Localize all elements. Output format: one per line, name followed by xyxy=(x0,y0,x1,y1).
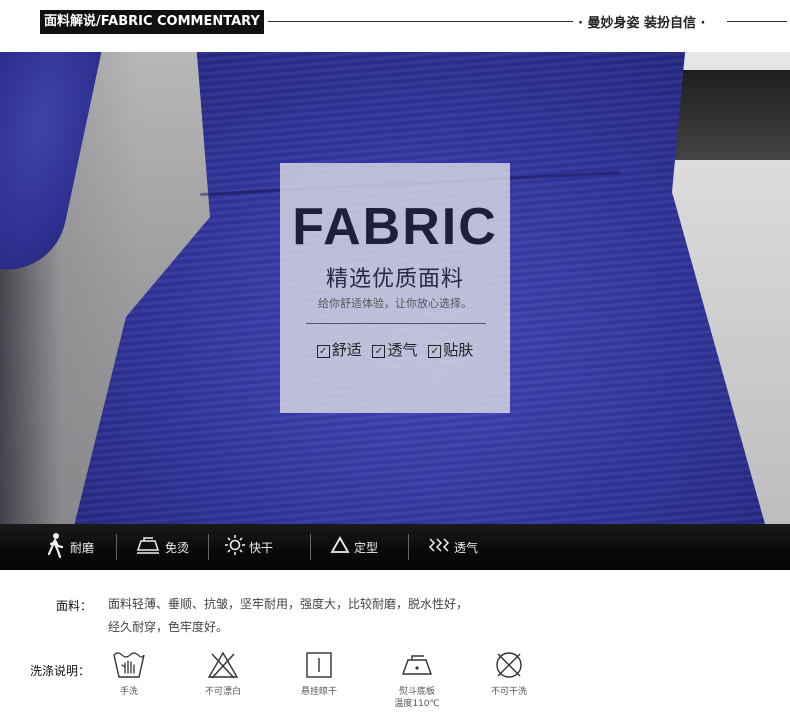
feature-divider xyxy=(310,534,311,560)
panel-big-title: FABRIC xyxy=(292,198,498,256)
feature-divider xyxy=(408,534,409,560)
care-item-hand-wash: 手洗 xyxy=(94,648,164,698)
panel-divider xyxy=(306,323,486,324)
feature-label: 耐磨 xyxy=(70,540,95,555)
care-item-iron-temp: 熨斗底板 温度110℃ xyxy=(382,648,452,710)
panel-tagline: 给你舒适体验，让你放心选择。 xyxy=(318,297,472,310)
fabric-description-line1: 面料轻薄、垂顺、抗皱，坚牢耐用，强度大，比较耐磨，脱水性好， xyxy=(108,597,469,611)
hang-dry-icon xyxy=(302,648,336,682)
feature-quick-dry: 快干 xyxy=(225,524,273,570)
care-item-no-bleach: 不可漂白 xyxy=(188,648,258,698)
care-item-no-dry-clean: 不可干洗 xyxy=(474,648,544,698)
section-header: 面料解说/FABRIC COMMENTARY · 曼妙身姿 装扮自信 · xyxy=(0,0,790,44)
feature-breathable: 透气 xyxy=(428,524,478,570)
feature-label: 透气 xyxy=(454,540,479,555)
triangle-icon xyxy=(330,535,350,559)
care-item-hang-dry: 悬挂晾干 xyxy=(284,648,354,698)
checkbox-icon: ✓ xyxy=(316,345,330,358)
check-item-comfort: ✓ 舒适 xyxy=(316,339,362,360)
care-caption: 熨斗底板 xyxy=(398,687,435,697)
feature-divider xyxy=(208,534,209,560)
care-caption: 不可干洗 xyxy=(490,687,527,697)
feature-label: 免烫 xyxy=(165,540,190,555)
hand-wash-icon xyxy=(112,648,146,682)
feature-shape-hold: 定型 xyxy=(330,524,378,570)
header-divider-right xyxy=(727,21,787,22)
person-walking-icon xyxy=(46,532,66,563)
checkbox-icon: ✓ xyxy=(428,345,442,358)
care-caption: 不可漂白 xyxy=(204,687,241,697)
header-slogan: · 曼妙身姿 装扮自信 · xyxy=(578,16,706,31)
care-caption-2: 温度110℃ xyxy=(394,699,440,709)
check-item-breathable: ✓ 透气 xyxy=(372,339,418,360)
panel-check-list: ✓ 舒适 ✓ 透气 ✓ 贴肤 xyxy=(280,339,510,360)
feature-divider xyxy=(116,534,117,560)
no-bleach-icon xyxy=(206,648,240,682)
check-item-skin: ✓ 贴肤 xyxy=(428,339,473,360)
wave-icon xyxy=(428,536,450,559)
section-title-tag: 面料解说/FABRIC COMMENTARY xyxy=(40,10,264,34)
feature-no-iron: 免烫 xyxy=(135,524,189,570)
fabric-overlay-panel: FABRIC 精选优质面料 给你舒适体验，让你放心选择。 ✓ 舒适 ✓ 透气 ✓ 贴肤 xyxy=(280,163,510,413)
feature-strip: 耐磨 免烫 快干 定型 透气 xyxy=(0,524,790,570)
feature-wear-resistant: 耐磨 xyxy=(46,524,94,570)
check-item-label: 贴肤 xyxy=(443,341,474,359)
feature-label: 定型 xyxy=(354,540,379,555)
check-item-label: 舒适 xyxy=(331,341,362,359)
dress-sleeve xyxy=(0,52,105,281)
no-dry-clean-icon xyxy=(492,648,526,682)
iron-temp-icon xyxy=(400,648,434,682)
panel-subtitle: 精选优质面料 xyxy=(325,267,464,292)
sun-icon xyxy=(225,534,245,560)
fabric-description-line2: 经久耐穿，色牢度好。 xyxy=(108,620,229,634)
header-divider-left xyxy=(268,21,573,22)
feature-label: 快干 xyxy=(249,540,274,555)
care-caption: 手洗 xyxy=(119,687,138,697)
check-item-label: 透气 xyxy=(387,341,418,359)
fabric-hero-image: FABRIC 精选优质面料 给你舒适体验，让你放心选择。 ✓ 舒适 ✓ 透气 ✓ 贴肤 xyxy=(0,52,790,524)
fabric-label: 面料： xyxy=(56,599,93,613)
care-label: 洗涤说明： xyxy=(30,664,91,678)
checkbox-icon: ✓ xyxy=(372,345,386,358)
iron-icon xyxy=(135,536,161,559)
care-caption: 悬挂晾干 xyxy=(300,687,337,697)
